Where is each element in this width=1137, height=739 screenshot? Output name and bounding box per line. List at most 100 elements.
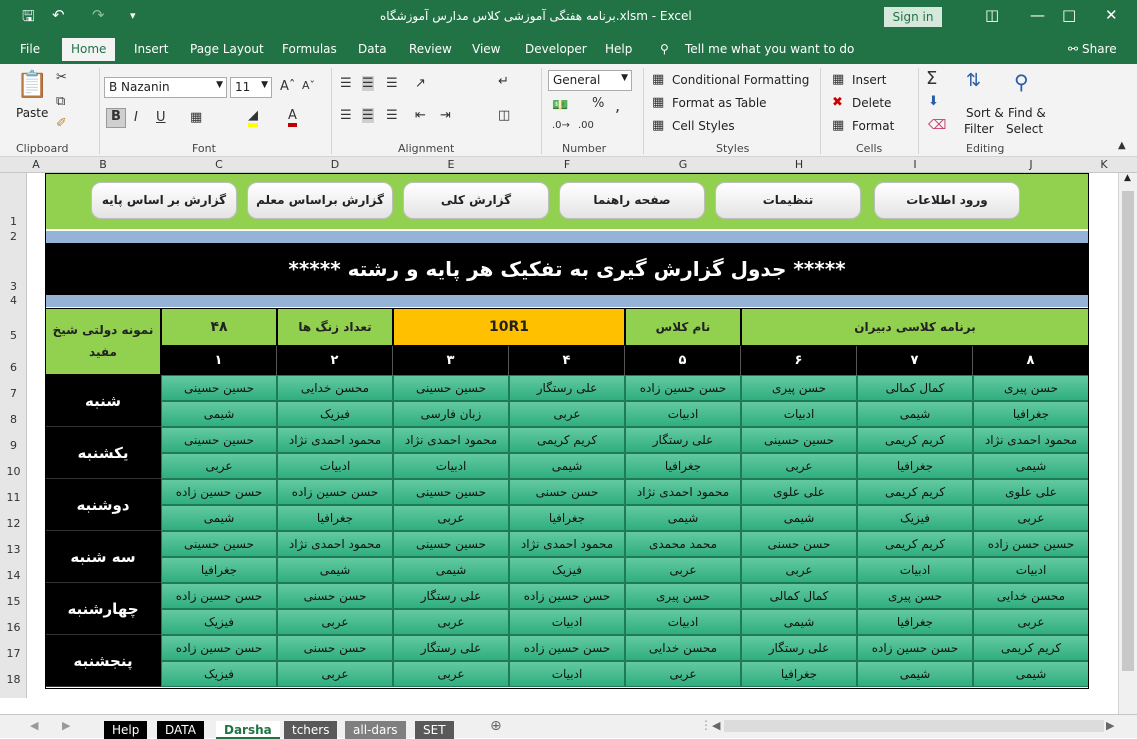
tab-file[interactable]: File [20, 42, 40, 56]
teacher-cell[interactable]: کریم کریمی [509, 427, 625, 453]
vertical-scrollbar[interactable]: ▲ [1118, 173, 1137, 714]
subject-cell[interactable]: شیمی [277, 557, 393, 583]
subject-cell[interactable]: فیزیک [277, 401, 393, 427]
scroll-left-icon[interactable]: ◀ [30, 719, 38, 732]
subject-cell[interactable]: جغرافیا [161, 557, 277, 583]
subject-cell[interactable]: شیمی [857, 661, 973, 687]
hscroll-right-icon[interactable]: ▶ [1106, 719, 1114, 732]
format-painter-icon[interactable]: ✐ [56, 116, 67, 131]
subject-cell[interactable]: عربی [393, 661, 509, 687]
row-header[interactable]: 6 [0, 361, 27, 374]
row-header[interactable]: 7 [0, 387, 27, 400]
teacher-cell[interactable]: علی رستگار [741, 635, 857, 661]
undo-icon[interactable]: ↶ [52, 6, 65, 24]
teacher-cell[interactable]: حسن حسین زاده [509, 635, 625, 661]
fill-color-icon[interactable]: ◢ [248, 108, 258, 127]
subject-cell[interactable]: شیمی [393, 557, 509, 583]
teacher-cell[interactable]: حسن حسنی [509, 479, 625, 505]
subject-cell[interactable]: شیمی [161, 401, 277, 427]
row-header[interactable]: 2 [0, 230, 27, 243]
teacher-cell[interactable]: علی رستگار [625, 427, 741, 453]
teacher-cell[interactable]: کریم کریمی [973, 635, 1089, 661]
row-header[interactable]: 4 [0, 294, 27, 307]
teacher-cell[interactable]: کمال کمالی [857, 375, 973, 401]
percent-icon[interactable]: % [592, 96, 604, 111]
column-header[interactable]: K [1090, 158, 1118, 171]
column-header[interactable]: J [973, 158, 1089, 171]
copy-icon[interactable]: ⧉ [56, 94, 65, 109]
row-header[interactable]: 9 [0, 439, 27, 452]
column-header[interactable]: B [45, 158, 161, 171]
redo-icon[interactable]: ↷ [92, 6, 105, 24]
teacher-cell[interactable]: حسین حسن زاده [973, 531, 1089, 557]
teacher-cell[interactable]: کریم کریمی [857, 427, 973, 453]
cut-icon[interactable]: ✂ [56, 70, 67, 85]
borders-icon[interactable]: ▦ [190, 110, 202, 125]
column-header[interactable]: I [857, 158, 973, 171]
row-header[interactable]: 1 [0, 215, 27, 228]
grade-report-button[interactable]: گزارش بر اساس پایه [91, 182, 237, 219]
column-header[interactable]: C [161, 158, 277, 171]
teacher-cell[interactable]: حسن حسین زاده [625, 375, 741, 401]
more-options-icon[interactable]: ⋮ [700, 718, 712, 732]
italic-icon[interactable]: I [134, 110, 138, 125]
teacher-cell[interactable]: حسن حسنی [277, 635, 393, 661]
insert-cells-button[interactable]: Insert [852, 73, 886, 87]
clear-icon[interactable]: ⌫ [928, 118, 946, 133]
subject-cell[interactable]: جغرافیا [509, 505, 625, 531]
subject-cell[interactable]: عربی [741, 557, 857, 583]
column-header[interactable]: A [28, 158, 44, 171]
align-bottom-icon[interactable]: ☰ [386, 76, 398, 91]
subject-cell[interactable]: عربی [161, 453, 277, 479]
subject-cell[interactable]: عربی [625, 661, 741, 687]
orientation-icon[interactable]: ↗ [415, 76, 426, 91]
horizontal-scrollbar[interactable] [724, 720, 1104, 732]
save-icon[interactable]: 🖫 [22, 6, 35, 31]
teacher-cell[interactable]: حسن حسین زاده [161, 635, 277, 661]
scroll-right-icon[interactable]: ▶ [62, 719, 70, 732]
subject-cell[interactable]: شیمی [857, 401, 973, 427]
general-report-button[interactable]: گزارش کلی [403, 182, 549, 219]
ribbon-display-icon[interactable]: ◫ [985, 6, 999, 24]
teacher-cell[interactable]: حسین حسینی [161, 375, 277, 401]
teacher-cell[interactable]: حسین حسینی [393, 375, 509, 401]
scroll-up-icon[interactable]: ▲ [1124, 173, 1131, 183]
subject-cell[interactable]: شیمی [973, 661, 1089, 687]
increase-decimal-icon[interactable]: .0→ [552, 120, 570, 131]
teacher-cell[interactable]: حسین حسینی [393, 531, 509, 557]
teacher-cell[interactable]: محمود احمدی نژاد [393, 427, 509, 453]
paste-icon[interactable]: 📋 [16, 70, 48, 100]
subject-cell[interactable]: عربی [973, 505, 1089, 531]
subject-cell[interactable]: عربی [741, 453, 857, 479]
subject-cell[interactable]: عربی [509, 401, 625, 427]
tab-help[interactable]: Help [605, 42, 632, 56]
row-header[interactable]: 13 [0, 543, 27, 556]
align-right-icon[interactable]: ☰ [386, 108, 398, 123]
share-button[interactable]: Share [1082, 42, 1117, 56]
subject-cell[interactable]: ادبیات [393, 453, 509, 479]
sheet-tab-help[interactable]: Help [104, 721, 148, 739]
align-top-icon[interactable]: ☰ [340, 76, 352, 91]
subject-cell[interactable]: جغرافیا [857, 609, 973, 635]
conditional-formatting-button[interactable]: Conditional Formatting [672, 73, 809, 87]
underline-icon[interactable]: U [156, 110, 166, 125]
row-header[interactable]: 5 [0, 329, 27, 342]
decrease-font-icon[interactable]: Aˇ [302, 79, 315, 92]
font-name-select[interactable]: B Nazanin ▼ [104, 77, 227, 98]
format-as-table-button[interactable]: Format as Table [672, 96, 767, 110]
row-header[interactable]: 12 [0, 517, 27, 530]
subject-cell[interactable]: ادبیات [277, 453, 393, 479]
subject-cell[interactable]: ادبیات [509, 609, 625, 635]
tab-developer[interactable]: Developer [525, 42, 587, 56]
teacher-cell[interactable]: علی علوی [741, 479, 857, 505]
teacher-cell[interactable]: کریم کریمی [857, 531, 973, 557]
subject-cell[interactable]: ادبیات [741, 401, 857, 427]
number-format-select[interactable]: General ▼ [548, 70, 632, 91]
tab-view[interactable]: View [472, 42, 500, 56]
teacher-cell[interactable]: حسن حسین زاده [509, 583, 625, 609]
teacher-cell[interactable]: محسن خدایی [277, 375, 393, 401]
row-header[interactable]: 11 [0, 491, 27, 504]
merge-center-icon[interactable]: ◫ [498, 108, 510, 123]
teacher-cell[interactable]: حسن پیری [973, 375, 1089, 401]
teacher-cell[interactable]: کمال کمالی [741, 583, 857, 609]
